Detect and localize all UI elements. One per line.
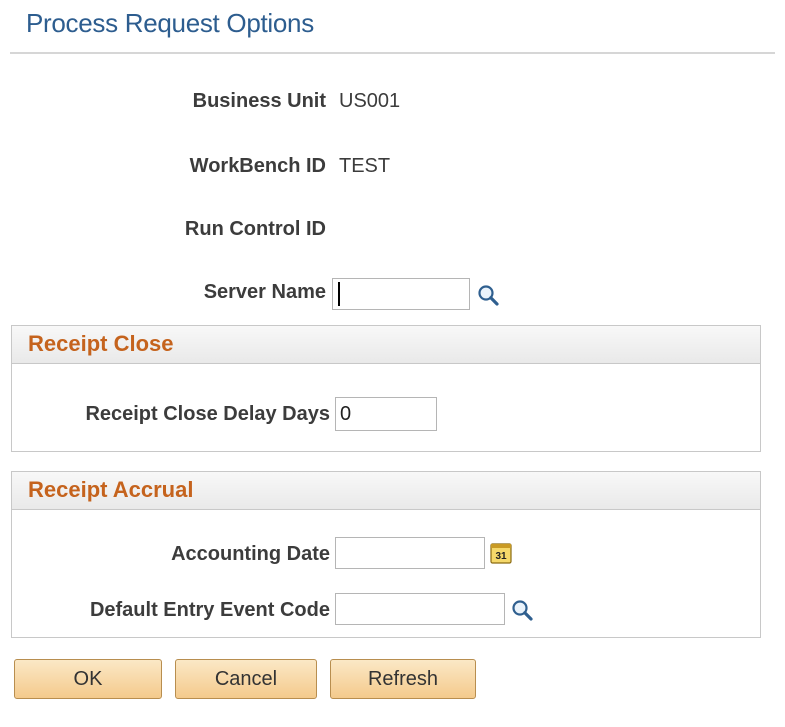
default-entry-event-code-label: Default Entry Event Code	[89, 599, 330, 621]
workbench-id-value: TEST	[339, 155, 391, 177]
accounting-date-input[interactable]	[335, 537, 485, 569]
ok-button[interactable]: OK	[14, 659, 162, 699]
default-entry-event-code-input[interactable]	[335, 593, 505, 625]
run-control-id-label: Run Control ID	[184, 218, 326, 240]
receipt-accrual-header: Receipt Accrual	[12, 472, 760, 510]
server-name-label: Server Name	[203, 281, 326, 303]
refresh-button[interactable]: Refresh	[330, 659, 476, 699]
title-divider	[10, 52, 775, 54]
accounting-date-label: Accounting Date	[171, 543, 330, 565]
cancel-button[interactable]: Cancel	[175, 659, 317, 699]
receipt-accrual-title: Receipt Accrual	[28, 477, 194, 502]
process-request-options-page: Process Request Options Business Unit US…	[0, 0, 785, 727]
entry-event-code-lookup-icon[interactable]	[510, 598, 534, 622]
workbench-id-label: WorkBench ID	[189, 155, 326, 177]
server-name-input[interactable]	[332, 278, 470, 310]
receipt-close-header: Receipt Close	[12, 326, 760, 364]
receipt-close-delay-days-input[interactable]	[335, 397, 437, 431]
calendar-icon[interactable]: 31	[490, 542, 512, 564]
calendar-icon-day: 31	[495, 551, 507, 562]
business-unit-label: Business Unit	[192, 90, 326, 112]
receipt-close-delay-days-label: Receipt Close Delay Days	[85, 403, 330, 425]
receipt-close-title: Receipt Close	[28, 331, 174, 356]
business-unit-value: US001	[339, 90, 401, 112]
page-title: Process Request Options	[26, 8, 314, 38]
text-caret	[338, 282, 340, 306]
server-name-lookup-icon[interactable]	[476, 283, 500, 307]
receipt-close-group: Receipt Close	[11, 325, 761, 452]
